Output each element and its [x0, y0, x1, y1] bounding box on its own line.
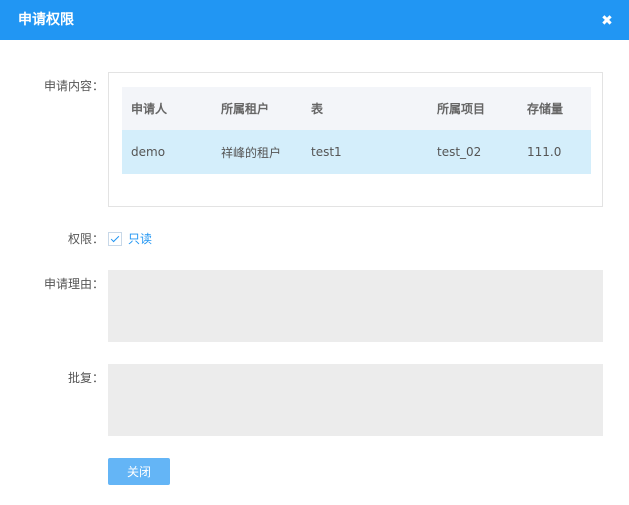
reason-textarea[interactable]: [108, 270, 603, 342]
content-table-box: 申请人 所属租户 表 所属项目 存储量 demo 祥峰的租户 test1 tes…: [108, 72, 603, 207]
content-table: 申请人 所属租户 表 所属项目 存储量 demo 祥峰的租户 test1 tes…: [122, 87, 591, 174]
cell-applicant: demo: [122, 130, 212, 174]
column-header-storage: 存储量: [518, 87, 591, 130]
cell-table: test1: [302, 130, 428, 174]
content-label: 申请内容：: [43, 79, 104, 93]
permission-option[interactable]: 只读: [108, 229, 152, 249]
table-row[interactable]: demo 祥峰的租户 test1 test_02 111.0: [122, 130, 591, 174]
checkbox-checked-icon[interactable]: [108, 232, 122, 246]
dialog-header: 申请权限 ✖: [0, 0, 629, 40]
column-header-project: 所属项目: [428, 87, 518, 130]
column-header-tenant: 所属租户: [212, 87, 302, 130]
column-header-table: 表: [302, 87, 428, 130]
approval-textarea[interactable]: [108, 364, 603, 436]
cell-tenant: 祥峰的租户: [212, 130, 302, 174]
dialog-title: 申请权限: [18, 12, 74, 28]
permission-label: 权限：: [67, 232, 104, 246]
column-header-applicant: 申请人: [122, 87, 212, 130]
apply-permission-dialog: 申请权限 ✖ 申请内容： 申请人 所属租户 表 所属项目 存储量 demo 祥峰…: [0, 0, 629, 505]
close-icon[interactable]: ✖: [599, 13, 615, 29]
cell-project: test_02: [428, 130, 518, 174]
approval-label: 批复：: [67, 371, 104, 385]
table-header-row: 申请人 所属租户 表 所属项目 存储量: [122, 87, 591, 130]
reason-label: 申请理由：: [43, 277, 104, 291]
cell-storage: 111.0: [518, 130, 591, 174]
permission-value[interactable]: 只读: [128, 231, 152, 247]
close-button[interactable]: 关闭: [108, 458, 170, 485]
